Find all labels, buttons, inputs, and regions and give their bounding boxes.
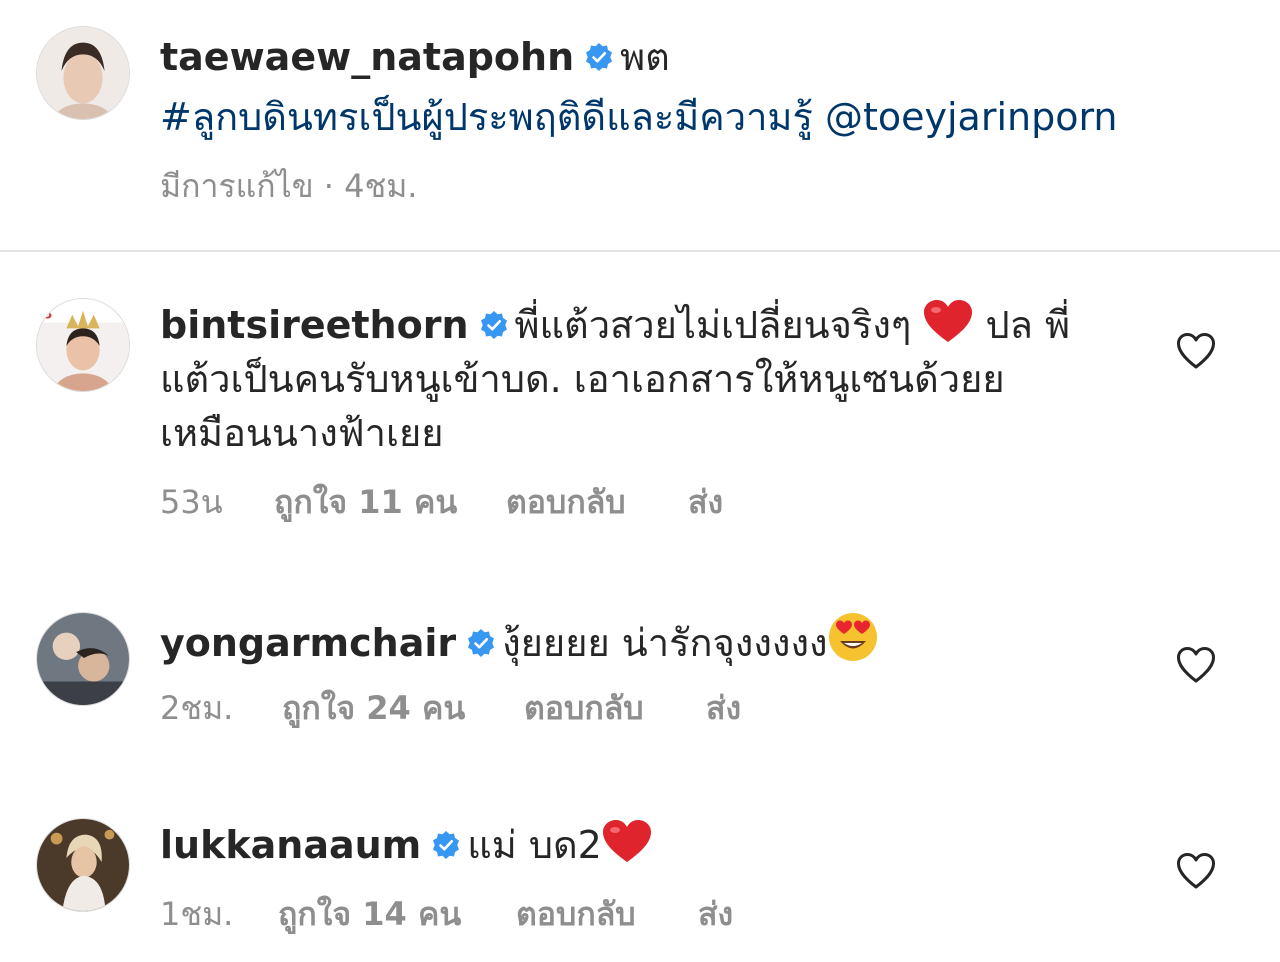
comment-2-meta: 2ชม. ถูกใจ 24 คน ตอบกลับ ส่ง <box>160 688 741 728</box>
comment-3-time: 1ชม. <box>160 895 234 933</box>
comment-3-meta: 1ชม. ถูกใจ 14 คน ตอบกลับ ส่ง <box>160 894 733 934</box>
comment-1-reply-button[interactable]: ตอบกลับ <box>506 482 688 522</box>
heart-outline-icon <box>1177 647 1215 683</box>
svg-text:B: B <box>41 306 52 323</box>
comment-3-line-1: lukkanaaum แม่ บด2 <box>160 818 652 872</box>
comment-3-text: แม่ บด2 <box>467 823 602 867</box>
verified-badge-icon <box>431 830 461 860</box>
caption-hashtag[interactable]: #ลูกบดินทรเป็นผู้ประพฤติดีและมีความรู้ <box>160 95 813 139</box>
caption-edited: มีการแก้ไข · 4ชม. <box>160 167 418 205</box>
comment-1-text-a: พี่แต้วสวยไม่เปลี่ยนจริงๆ <box>514 303 912 347</box>
heart-outline-icon <box>1177 333 1215 369</box>
comment-1-line-3: เหมือนนางฟ้าเยย <box>160 411 444 455</box>
verified-badge-icon <box>466 628 496 658</box>
comment-1-likes[interactable]: ถูกใจ 11 คน <box>274 482 506 522</box>
verified-badge-icon <box>584 42 614 72</box>
heart-outline-icon <box>1177 853 1215 889</box>
comment-2-likes[interactable]: ถูกใจ 24 คน <box>282 688 524 728</box>
red-heart-emoji <box>923 300 973 344</box>
caption-line-2: #ลูกบดินทรเป็นผู้ประพฤติดีและมีความรู้ @… <box>160 90 1118 144</box>
red-heart-emoji <box>602 820 652 864</box>
verified-badge-icon <box>479 310 509 340</box>
heart-eyes-emoji <box>828 612 878 662</box>
comment-3-username[interactable]: lukkanaaum <box>160 823 421 867</box>
comment-2-text: งุ้ยยยย น่ารักจุงงงงง <box>502 621 828 665</box>
like-comment-2-button[interactable] <box>1176 646 1216 684</box>
avatar-lukkanaaum[interactable] <box>36 818 130 912</box>
comment-3-send-button[interactable]: ส่ง <box>698 894 733 934</box>
comment-2-send-button[interactable]: ส่ง <box>706 688 741 728</box>
avatar-taewaew[interactable] <box>36 26 130 120</box>
comment-2-time: 2ชม. <box>160 689 234 727</box>
comment-3-reply-button[interactable]: ตอบกลับ <box>516 894 698 934</box>
comment-2-reply-button[interactable]: ตอบกลับ <box>524 688 706 728</box>
comment-3-likes[interactable]: ถูกใจ 14 คน <box>278 894 516 934</box>
comment-1-send-button[interactable]: ส่ง <box>688 482 723 522</box>
caption-text: พต <box>620 35 670 79</box>
caption-mention[interactable]: @toeyjarinporn <box>825 95 1118 139</box>
comment-1-time: 53น <box>160 483 223 521</box>
comment-1-line-2: แต้วเป็นคนรับหนูเข้าบด. เอาเอกสารให้หนูเ… <box>160 357 1005 401</box>
caption-line-1: taewaew_natapohn พต <box>160 30 670 84</box>
avatar-bintsireethorn[interactable]: B <box>36 298 130 392</box>
caption-username[interactable]: taewaew_natapohn <box>160 35 574 79</box>
comment-1-username[interactable]: bintsireethorn <box>160 303 469 347</box>
comment-1-meta: 53น ถูกใจ 11 คน ตอบกลับ ส่ง <box>160 482 723 522</box>
avatar-yongarmchair[interactable] <box>36 612 130 706</box>
comment-1-text-b: ปล พี่ <box>985 303 1071 347</box>
comment-2-username[interactable]: yongarmchair <box>160 621 456 665</box>
like-comment-1-button[interactable] <box>1176 332 1216 370</box>
divider <box>0 250 1280 252</box>
like-comment-3-button[interactable] <box>1176 852 1216 890</box>
comment-2-line-1: yongarmchair งุ้ยยยย น่ารักจุงงงงง <box>160 612 878 670</box>
comment-1-line-1: bintsireethorn พี่แต้วสวยไม่เปลี่ยนจริงๆ … <box>160 298 1070 352</box>
